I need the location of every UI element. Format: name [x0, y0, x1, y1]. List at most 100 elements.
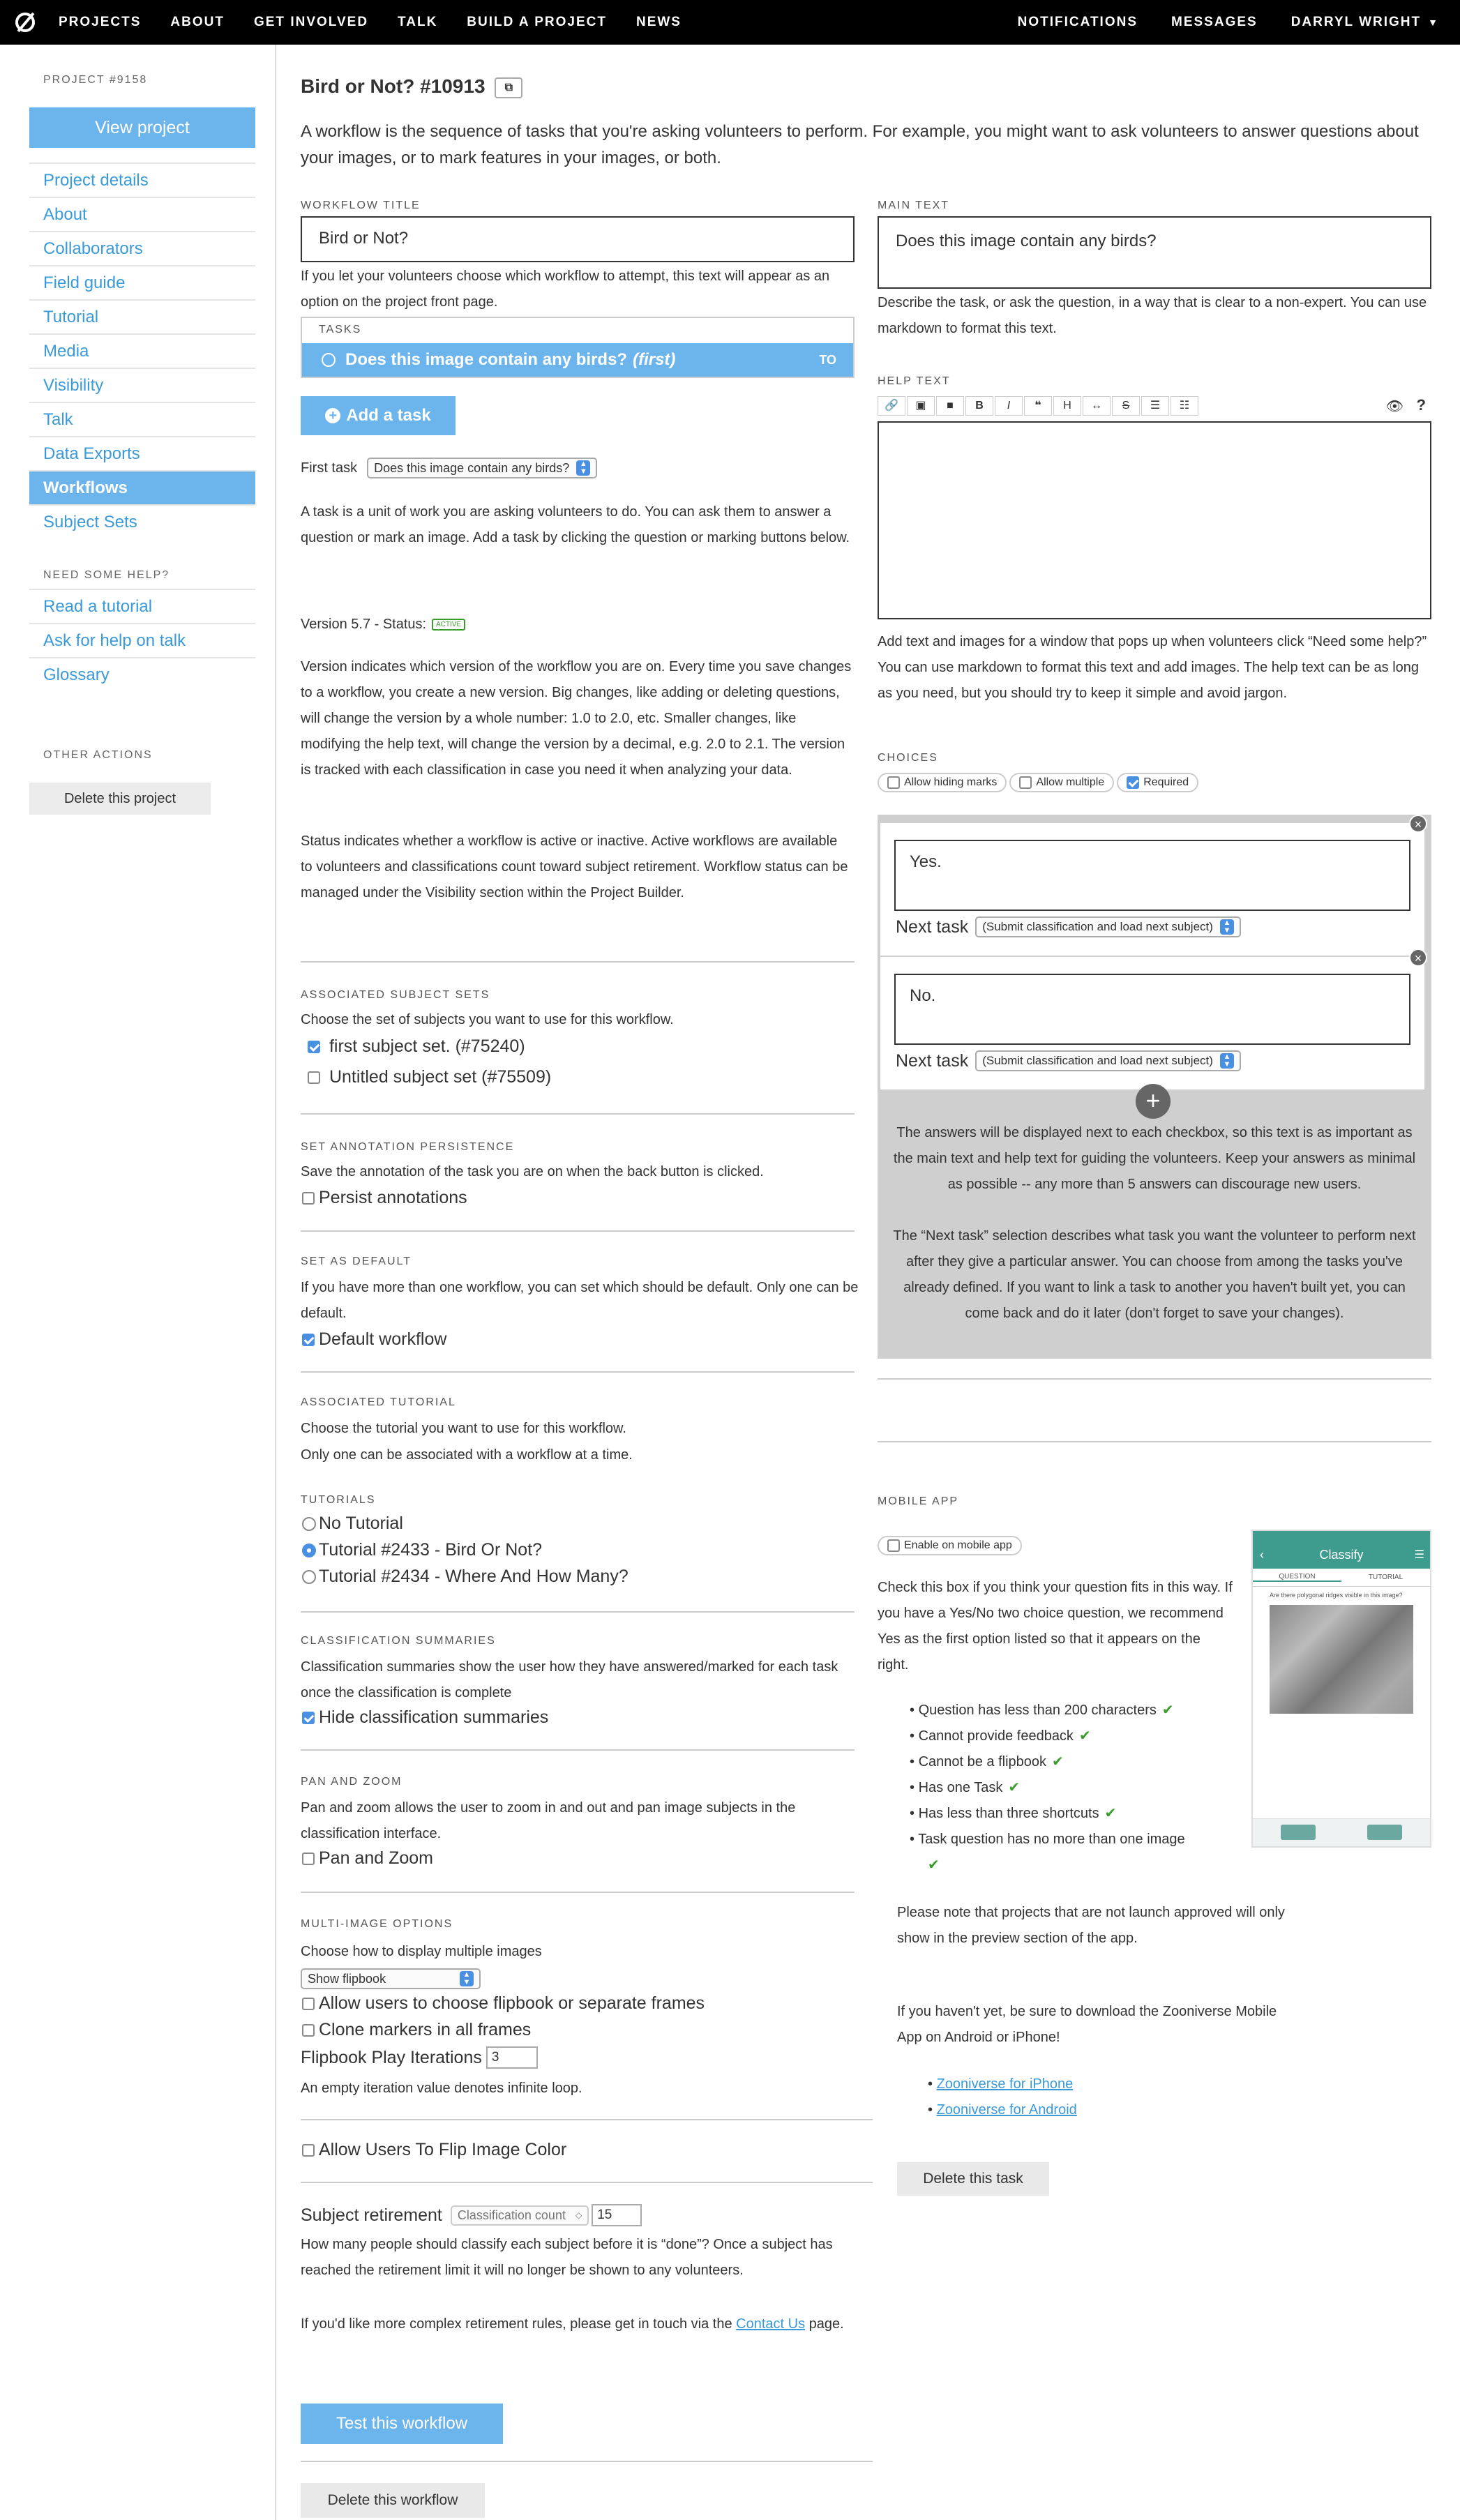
- allow-hiding-marks-toggle[interactable]: Allow hiding marks: [878, 773, 1007, 792]
- delete-workflow-button[interactable]: Delete this workflow: [301, 2483, 485, 2518]
- next-task-select[interactable]: (Submit classification and load next sub…: [975, 1050, 1241, 1071]
- close-icon[interactable]: ×: [1409, 949, 1427, 967]
- copy-icon[interactable]: ⧉: [495, 77, 523, 98]
- contact-us-link[interactable]: Contact Us: [736, 2316, 805, 2332]
- zooniverse-logo-icon[interactable]: [13, 10, 38, 35]
- checkbox-checked-icon[interactable]: [302, 1334, 315, 1347]
- horizontal-rule-icon[interactable]: ↔: [1083, 396, 1111, 416]
- image-icon[interactable]: ▣: [907, 396, 935, 416]
- nav-talk[interactable]: TALK: [398, 15, 437, 30]
- radio-icon[interactable]: [302, 1517, 316, 1532]
- sidebar-item-about[interactable]: About: [29, 197, 255, 231]
- checkbox-icon[interactable]: [302, 1853, 315, 1866]
- video-icon[interactable]: ■: [936, 396, 964, 416]
- task-item[interactable]: Does this image contain any birds? (firs…: [302, 343, 853, 377]
- allow-multiple-toggle[interactable]: Allow multiple: [1009, 773, 1115, 792]
- tutorial-option-2433[interactable]: Tutorial #2433 - Bird Or Not?: [302, 1540, 542, 1560]
- sidebar-item-workflows[interactable]: Workflows: [29, 470, 255, 504]
- checkbox-icon[interactable]: [887, 776, 900, 789]
- required-toggle[interactable]: Required: [1117, 773, 1199, 792]
- main-text-input[interactable]: Does this image contain any birds?: [878, 216, 1431, 289]
- sidebar-item-collaborators[interactable]: Collaborators: [29, 231, 255, 265]
- heading-icon[interactable]: H: [1053, 396, 1081, 416]
- clone-markers-option[interactable]: Clone markers in all frames: [302, 2020, 531, 2040]
- nav-about[interactable]: ABOUT: [170, 15, 225, 30]
- sidebar-item-field-guide[interactable]: Field guide: [29, 265, 255, 299]
- numbered-list-icon[interactable]: ☷: [1171, 396, 1198, 416]
- view-project-button[interactable]: View project: [29, 107, 255, 148]
- panzoom-option[interactable]: Pan and Zoom: [302, 1848, 433, 1869]
- checkbox-icon[interactable]: [302, 2024, 315, 2037]
- sidebar-item-visibility[interactable]: Visibility: [29, 368, 255, 402]
- checkbox-icon[interactable]: [302, 1192, 315, 1205]
- nav-build-project[interactable]: BUILD A PROJECT: [467, 15, 607, 30]
- checkbox-checked-icon[interactable]: [302, 1712, 315, 1725]
- allow-flipbook-option[interactable]: Allow users to choose flipbook or separa…: [302, 1993, 705, 2014]
- checkbox-icon[interactable]: [887, 1539, 900, 1552]
- checkbox-icon[interactable]: [1019, 776, 1032, 789]
- sidebar-item-media[interactable]: Media: [29, 333, 255, 368]
- help-text-textarea[interactable]: [878, 421, 1431, 619]
- checkbox-icon[interactable]: [308, 1071, 320, 1085]
- criteria-text: Has one Task: [918, 1780, 1003, 1795]
- tutorial-option-none[interactable]: No Tutorial: [302, 1514, 403, 1534]
- radio-selected-icon[interactable]: [302, 1544, 316, 1558]
- answer-input[interactable]: No.: [894, 974, 1410, 1045]
- persist-annotations-option[interactable]: Persist annotations: [302, 1188, 467, 1208]
- tutorial-option-2434[interactable]: Tutorial #2434 - Where And How Many?: [302, 1567, 629, 1587]
- flipbook-iterations-input[interactable]: 3: [486, 2046, 538, 2069]
- nav-messages[interactable]: MESSAGES: [1171, 15, 1258, 30]
- iphone-link[interactable]: Zooniverse for iPhone: [937, 2076, 1074, 2092]
- checkbox-checked-icon[interactable]: [1127, 776, 1140, 789]
- radio-icon[interactable]: [302, 1570, 316, 1585]
- checkbox-icon[interactable]: [302, 2144, 315, 2157]
- test-workflow-button[interactable]: Test this workflow: [301, 2404, 503, 2444]
- close-icon[interactable]: ×: [1409, 815, 1427, 833]
- hide-summaries-option[interactable]: Hide classification summaries: [302, 1707, 548, 1728]
- bold-icon[interactable]: B: [965, 396, 993, 416]
- mobile-preview: ‹ Classify ☰ QUESTION TUTORIAL Are there…: [1251, 1530, 1431, 1848]
- flip-color-option[interactable]: Allow Users To Flip Image Color: [302, 2140, 566, 2160]
- nav-notifications[interactable]: NOTIFICATIONS: [1018, 15, 1138, 30]
- subject-set-option-1[interactable]: first subject set. (#75240): [308, 1036, 525, 1057]
- add-task-button[interactable]: + Add a task: [301, 396, 456, 435]
- criteria-item: • Cannot provide feedback ✔: [910, 1728, 1091, 1744]
- sidebar-item-subject-sets[interactable]: Subject Sets: [29, 504, 255, 538]
- enable-mobile-toggle[interactable]: Enable on mobile app: [878, 1536, 1022, 1555]
- flipbook-help: An empty iteration value denotes infinit…: [301, 2081, 582, 2096]
- retirement-select[interactable]: Classification count ◇: [450, 2205, 589, 2226]
- subject-set-option-2[interactable]: Untitled subject set (#75509): [308, 1067, 551, 1087]
- multi-image-select[interactable]: Show flipbook ▲ ▼: [301, 1968, 481, 1989]
- bullet-list-icon[interactable]: ☰: [1141, 396, 1169, 416]
- italic-icon[interactable]: I: [995, 396, 1023, 416]
- quote-icon[interactable]: ❝: [1024, 396, 1052, 416]
- sidebar-item-tutorial[interactable]: Tutorial: [29, 299, 255, 333]
- answer-input[interactable]: Yes.: [894, 840, 1410, 911]
- nav-news[interactable]: NEWS: [636, 15, 682, 30]
- workflow-title-input[interactable]: Bird or Not?: [301, 216, 855, 262]
- checkbox-icon[interactable]: [302, 1998, 315, 2011]
- sidebar-item-talk[interactable]: Talk: [29, 402, 255, 436]
- next-task-label: Next task: [896, 916, 969, 937]
- checkbox-checked-icon[interactable]: [308, 1041, 320, 1054]
- sidebar-item-read-tutorial[interactable]: Read a tutorial: [29, 589, 255, 623]
- sidebar-item-glossary[interactable]: Glossary: [29, 657, 255, 691]
- nav-get-involved[interactable]: GET INVOLVED: [254, 15, 368, 30]
- delete-project-button[interactable]: Delete this project: [29, 783, 211, 815]
- preview-eye-icon[interactable]: 👁: [1386, 398, 1403, 415]
- default-workflow-option[interactable]: Default workflow: [302, 1329, 446, 1350]
- nav-projects[interactable]: PROJECTS: [59, 15, 141, 30]
- retirement-count-input[interactable]: 15: [592, 2204, 642, 2226]
- android-link[interactable]: Zooniverse for Android: [937, 2102, 1077, 2118]
- sidebar-item-ask-help[interactable]: Ask for help on talk: [29, 623, 255, 657]
- sidebar-item-project-details[interactable]: Project details: [29, 163, 255, 197]
- add-answer-plus-icon[interactable]: +: [1136, 1084, 1171, 1119]
- link-icon[interactable]: 🔗: [878, 396, 905, 416]
- first-task-select[interactable]: Does this image contain any birds? ▲ ▼: [367, 458, 598, 478]
- strikethrough-icon[interactable]: S: [1112, 396, 1140, 416]
- help-question-icon[interactable]: ?: [1417, 396, 1426, 414]
- nav-user-menu[interactable]: DARRYL WRIGHT ▼: [1291, 15, 1439, 30]
- sidebar-item-data-exports[interactable]: Data Exports: [29, 436, 255, 470]
- delete-task-button[interactable]: Delete this task: [897, 2162, 1049, 2196]
- next-task-select[interactable]: (Submit classification and load next sub…: [975, 916, 1241, 937]
